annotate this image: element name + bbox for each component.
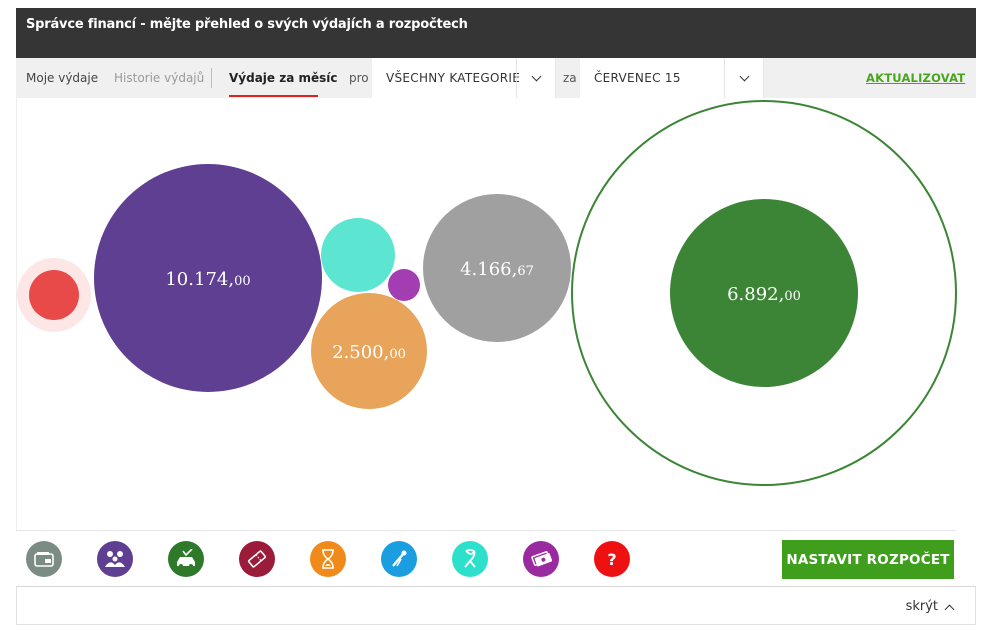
month-select-value: ČERVENEC 15 xyxy=(594,71,681,85)
bubble-orange[interactable]: 2.500,00 xyxy=(311,293,427,409)
for-label: pro xyxy=(349,71,369,85)
ribbon-icon[interactable] xyxy=(452,541,488,577)
bubble-circle[interactable] xyxy=(388,269,420,301)
tab-separator xyxy=(211,68,212,88)
period-label: za xyxy=(563,71,577,85)
footer-bar: skrýt xyxy=(16,586,976,625)
active-tab-indicator xyxy=(229,95,318,97)
tools-icon[interactable] xyxy=(381,541,417,577)
bubble-red[interactable] xyxy=(17,258,91,332)
update-link[interactable]: AKTUALIZOVAT xyxy=(866,58,965,98)
question-icon[interactable]: ? xyxy=(594,541,630,577)
tab-my-expenses[interactable]: Moje výdaje xyxy=(26,58,98,98)
category-select-value: VŠECHNY KATEGORIE xyxy=(386,71,521,85)
bubble-purple[interactable]: 10.174,00 xyxy=(94,164,322,392)
bubble-circle[interactable] xyxy=(321,218,395,292)
tab-history[interactable]: Historie výdajů xyxy=(114,58,204,98)
ticket-icon[interactable] xyxy=(239,541,275,577)
hide-label: skrýt xyxy=(905,599,938,614)
bubble-green[interactable]: 6.892,00 xyxy=(571,100,957,486)
hide-toggle[interactable]: skrýt xyxy=(905,587,955,626)
money-icon[interactable] xyxy=(523,541,559,577)
category-select[interactable]: VŠECHNY KATEGORIE xyxy=(372,58,556,98)
bubble-chart-svg: 10.174,002.500,004.166,676.892,00 xyxy=(17,100,957,486)
month-select[interactable]: ČERVENEC 15 xyxy=(580,58,764,98)
set-budget-button[interactable]: NASTAVIT ROZPOČET xyxy=(782,540,954,579)
category-icon-bar: ? NASTAVIT ROZPOČET xyxy=(16,530,956,586)
hourglass-icon[interactable] xyxy=(310,541,346,577)
category-dropdown-toggle[interactable] xyxy=(516,58,556,98)
bubble-gray[interactable]: 4.166,67 xyxy=(423,194,571,342)
car-icon[interactable] xyxy=(168,541,204,577)
chevron-down-icon xyxy=(531,71,542,81)
month-dropdown-toggle[interactable] xyxy=(724,58,764,98)
widget-title: Správce financí - mějte přehled o svých … xyxy=(26,17,468,32)
tab-monthly-expenses[interactable]: Výdaje za měsíc xyxy=(229,58,338,98)
wallet-icon[interactable] xyxy=(26,541,62,577)
chevron-down-icon xyxy=(739,71,750,81)
bubble-turquoise[interactable] xyxy=(321,218,395,292)
chevron-up-icon xyxy=(944,604,955,614)
toolbar: Moje výdaje Historie výdajů Výdaje za mě… xyxy=(16,58,976,98)
bubble-magenta[interactable] xyxy=(388,269,420,301)
family-icon[interactable] xyxy=(97,541,133,577)
bubble-chart: 10.174,00 2.500,00 4.166,67 6.892,00 xyxy=(16,98,976,530)
title-bar: Správce financí - mějte přehled o svých … xyxy=(16,8,976,58)
bubble-circle[interactable] xyxy=(29,270,79,320)
finance-manager-widget: Správce financí - mějte přehled o svých … xyxy=(16,8,976,625)
